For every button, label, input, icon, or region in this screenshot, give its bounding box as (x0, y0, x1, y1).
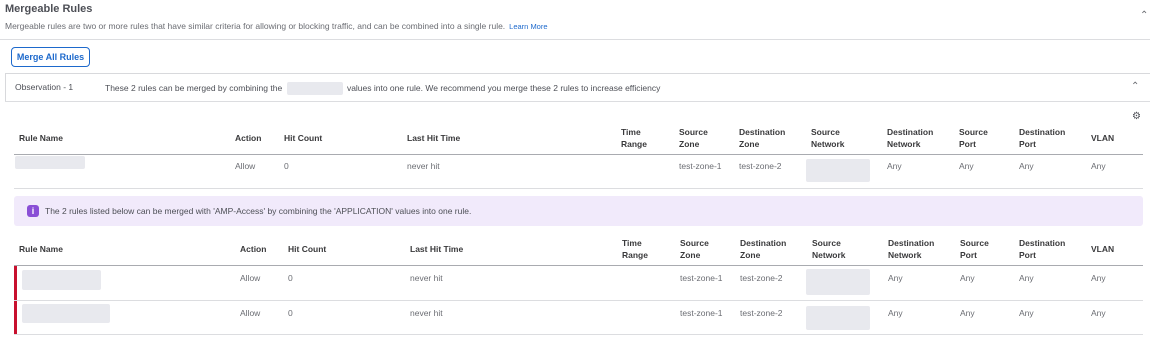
cell-action: Allow (240, 273, 261, 283)
col-header-action: Action (235, 133, 262, 143)
col-header-hit-count: Hit Count (284, 133, 323, 143)
column-settings-gear-icon[interactable]: ⚙ (1132, 111, 1141, 122)
section-description: Mergeable rules are two or more rules th… (5, 21, 548, 31)
row-divider (14, 334, 1143, 335)
col-header-destination-network: Destination Network (887, 127, 934, 149)
divider (5, 101, 1150, 102)
cell-source-zone: test-zone-1 (679, 161, 722, 171)
cell-source-port: Any (960, 308, 975, 318)
description-text: Mergeable rules are two or more rules th… (5, 21, 506, 31)
cell-action: Allow (235, 161, 256, 171)
cell-destination-zone: test-zone-2 (740, 308, 783, 318)
col-header-destination-port: Destination Port (1019, 238, 1066, 260)
cell-source-port: Any (960, 273, 975, 283)
col-header-destination-zone: Destination Zone (740, 238, 787, 260)
col-header-source-zone: Source Zone (679, 127, 708, 149)
cell-destination-zone: test-zone-2 (739, 161, 782, 171)
col-header-last-hit-time: Last Hit Time (407, 133, 461, 143)
cell-last-hit-time: never hit (407, 161, 440, 171)
cell-destination-network: Any (888, 273, 903, 283)
cell-destination-port: Any (1019, 161, 1034, 171)
cell-source-zone: test-zone-1 (680, 308, 723, 318)
col-header-destination-network: Destination Network (888, 238, 935, 260)
cell-hit-count: 0 (288, 273, 293, 283)
collapse-section-chevron-up-icon[interactable]: ⌃ (1140, 11, 1148, 21)
cell-last-hit-time: never hit (410, 308, 443, 318)
cell-hit-count: 0 (288, 308, 293, 318)
col-header-rule-name: Rule Name (19, 244, 63, 254)
observation-text-start: These 2 rules can be merged by combining… (105, 82, 283, 93)
cell-destination-network: Any (887, 161, 902, 171)
row-marker (14, 266, 17, 300)
col-header-source-network: Source Network (812, 238, 846, 260)
cell-vlan: Any (1091, 308, 1106, 318)
source-network-redacted (806, 269, 870, 295)
collapse-observation-chevron-up-icon[interactable]: ⌃ (1131, 82, 1139, 92)
col-header-vlan: VLAN (1091, 133, 1115, 143)
info-icon: i (27, 205, 39, 217)
source-network-redacted (806, 306, 870, 330)
observation-text: These 2 rules can be merged by combining… (105, 82, 660, 95)
cell-vlan: Any (1091, 273, 1106, 283)
learn-more-link[interactable]: Learn More (509, 22, 547, 31)
rule-name-redacted[interactable] (22, 270, 101, 290)
cell-last-hit-time: never hit (410, 273, 443, 283)
observation-text-end: values into one rule. We recommend you m… (346, 82, 661, 93)
observation-label: Observation - 1 (15, 82, 74, 92)
divider (0, 39, 1150, 40)
col-header-time-range: Time Range (621, 127, 647, 149)
table-header-divider (14, 154, 1143, 155)
source-network-redacted (806, 159, 870, 182)
row-divider (14, 188, 1143, 189)
cell-action: Allow (240, 308, 261, 318)
row-divider (14, 300, 1143, 301)
col-header-source-zone: Source Zone (680, 238, 709, 260)
col-header-last-hit-time: Last Hit Time (410, 244, 464, 254)
cell-destination-port: Any (1019, 273, 1034, 283)
cell-destination-port: Any (1019, 308, 1034, 318)
col-header-destination-zone: Destination Zone (739, 127, 786, 149)
row-marker (14, 301, 17, 334)
banner-message: The 2 rules listed below can be merged w… (45, 206, 472, 216)
cell-destination-network: Any (888, 308, 903, 318)
col-header-vlan: VLAN (1091, 244, 1115, 254)
cell-source-zone: test-zone-1 (680, 273, 723, 283)
col-header-hit-count: Hit Count (288, 244, 327, 254)
col-header-time-range: Time Range (622, 238, 648, 260)
cell-destination-zone: test-zone-2 (740, 273, 783, 283)
cell-source-port: Any (959, 161, 974, 171)
table-header-divider (14, 265, 1143, 266)
merge-all-rules-button[interactable]: Merge All Rules (11, 47, 90, 67)
rule-name-redacted[interactable] (22, 304, 110, 323)
cell-hit-count: 0 (284, 161, 289, 171)
col-header-source-network: Source Network (811, 127, 845, 149)
col-header-destination-port: Destination Port (1019, 127, 1066, 149)
rule-name-redacted[interactable] (15, 156, 85, 169)
section-title: Mergeable Rules (5, 3, 93, 15)
col-header-source-port: Source Port (959, 127, 988, 149)
col-header-action: Action (240, 244, 267, 254)
cell-vlan: Any (1091, 161, 1106, 171)
col-header-rule-name: Rule Name (19, 133, 63, 143)
redacted-field-value (286, 82, 343, 95)
col-header-source-port: Source Port (960, 238, 989, 260)
